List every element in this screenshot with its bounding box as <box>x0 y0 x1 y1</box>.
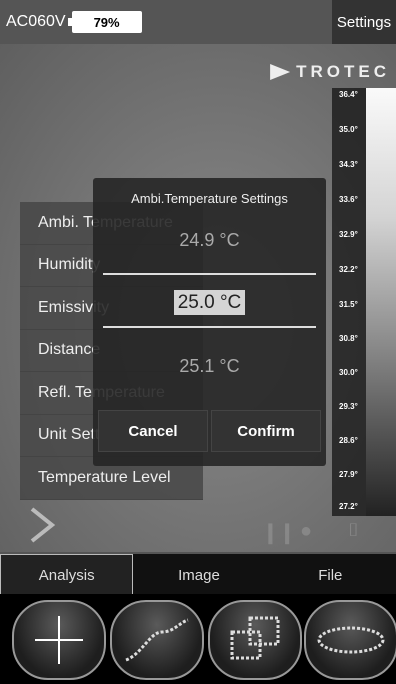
battery-level: 79% <box>93 14 120 30</box>
line-tool-button[interactable] <box>110 600 204 680</box>
crosshair-tool-button[interactable] <box>12 600 106 680</box>
crosshair-icon <box>35 616 83 664</box>
picker-divider-bottom <box>103 326 316 328</box>
ambi-temperature-dialog: Ambi.Temperature Settings 24.9 °C 25.0 °… <box>93 178 326 466</box>
tab-analysis[interactable]: Analysis <box>0 554 134 596</box>
settings-button[interactable]: Settings <box>332 0 396 44</box>
temperature-scale: 36.4° 35.0° 34.3° 33.6° 32.9° 32.2° 31.5… <box>332 88 396 516</box>
picker-selected-text: 25.0 °C <box>173 290 246 315</box>
tab-bar: Analysis Image File <box>0 552 396 596</box>
dialog-title: Ambi.Temperature Settings <box>131 191 288 206</box>
cancel-button[interactable]: Cancel <box>98 410 208 452</box>
scale-tick: 30.0° <box>339 368 358 377</box>
confirm-button[interactable]: Confirm <box>211 410 321 452</box>
picker-value-next[interactable]: 25.1 °C <box>93 356 326 377</box>
picker-value-prev[interactable]: 24.9 °C <box>93 230 326 251</box>
scale-tick: 32.9° <box>339 230 358 239</box>
scale-labels: 36.4° 35.0° 34.3° 33.6° 32.9° 32.2° 31.5… <box>332 88 366 516</box>
trotec-logo: TROTEC <box>270 62 390 82</box>
power-status: AC060V <box>6 13 66 30</box>
scale-tick: 35.0° <box>339 125 358 134</box>
scale-tick: 33.6° <box>339 195 358 204</box>
logo-mark-icon <box>270 64 291 80</box>
picker-value-selected[interactable]: 25.0 °C <box>93 290 326 315</box>
status-bar: AC060V 79% Settings <box>0 0 396 44</box>
scale-tick: 28.6° <box>339 436 358 445</box>
area-tool-button[interactable] <box>208 600 302 680</box>
chevron-right-icon[interactable] <box>26 505 58 545</box>
ellipse-icon <box>317 626 385 654</box>
scale-tick: 32.2° <box>339 265 358 274</box>
scale-tick: 27.9° <box>339 470 358 479</box>
scale-tick: 36.4° <box>339 90 358 99</box>
curve-line-icon <box>125 618 189 662</box>
logo-text: TROTEC <box>296 62 390 81</box>
camera-icon[interactable]: ⌷ <box>348 520 359 541</box>
scale-tick: 30.8° <box>339 334 358 343</box>
overlapping-boxes-icon <box>230 616 280 660</box>
scale-tick: 27.2° <box>339 502 358 511</box>
pause-icon[interactable]: ❙❙ <box>262 520 296 545</box>
battery-indicator: 79% <box>67 11 142 33</box>
analysis-toolbar <box>0 594 396 684</box>
tab-image[interactable]: Image <box>133 554 264 596</box>
scale-tick: 29.3° <box>339 402 358 411</box>
scale-gradient-bar <box>366 88 396 516</box>
tab-file[interactable]: File <box>265 554 396 596</box>
record-icon[interactable]: ● <box>300 520 312 543</box>
scale-tick: 31.5° <box>339 300 358 309</box>
scale-tick: 34.3° <box>339 160 358 169</box>
picker-divider-top <box>103 273 316 275</box>
ellipse-tool-button[interactable] <box>304 600 396 680</box>
